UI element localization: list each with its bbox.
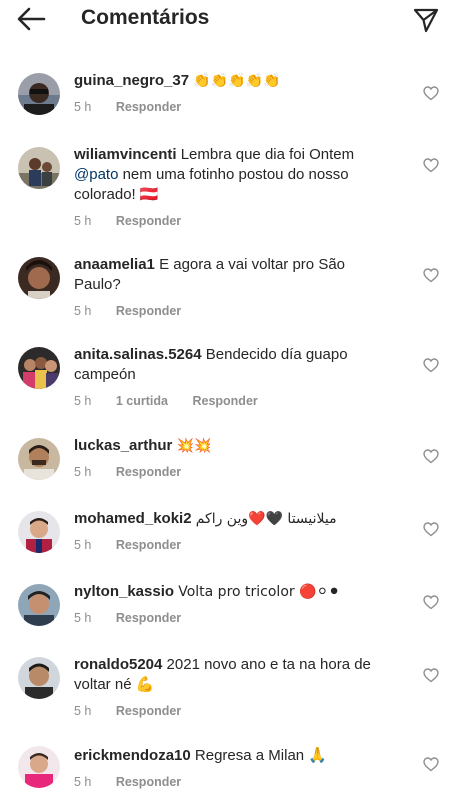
comment-username[interactable]: nylton_kassio xyxy=(74,583,174,600)
like-heart-icon[interactable] xyxy=(423,449,439,464)
comment-time: 5 h xyxy=(74,394,92,408)
avatar[interactable] xyxy=(18,746,60,788)
comment-text: erickmendoza10 Regresa a Milan 🙏 xyxy=(74,746,384,766)
comment-body: anita.salinas.5264 Bendecido día guapo c… xyxy=(74,345,384,410)
comment-message: Lembra que dia foi Ontem xyxy=(180,146,355,163)
comment-body: ronaldo5204 2021 novo ano e ta na hora d… xyxy=(74,655,384,720)
avatar[interactable] xyxy=(18,347,60,389)
avatar[interactable] xyxy=(18,147,60,189)
comment-username[interactable]: luckas_arthur xyxy=(74,437,172,454)
comment-message: 👏👏👏👏👏 xyxy=(193,73,281,89)
reply-button[interactable]: Responder xyxy=(116,702,181,720)
comment-body: luckas_arthur 💥💥 5 h Responder xyxy=(74,436,384,481)
reply-button[interactable]: Responder xyxy=(116,302,181,320)
comment-text: ronaldo5204 2021 novo ano e ta na hora d… xyxy=(74,655,384,695)
likes-count[interactable]: 1 curtida xyxy=(116,392,168,410)
comment-meta: 5 h Responder xyxy=(74,302,384,320)
comment-time: 5 h xyxy=(74,775,92,789)
comment-message: Volta pro tricolor 🔴⚪⚫ xyxy=(178,584,340,600)
like-heart-icon[interactable] xyxy=(423,522,439,537)
comment-text: luckas_arthur 💥💥 xyxy=(74,436,384,456)
comment-text: anita.salinas.5264 Bendecido día guapo c… xyxy=(74,345,384,385)
reply-button[interactable]: Responder xyxy=(116,463,181,481)
comment-username[interactable]: anaamelia1 xyxy=(74,256,155,273)
comment-text: nylton_kassio Volta pro tricolor 🔴⚪⚫ xyxy=(74,582,384,602)
comment-username[interactable]: anita.salinas.5264 xyxy=(74,346,202,363)
comment-username[interactable]: erickmendoza10 xyxy=(74,747,191,764)
comment-text: anaamelia1 E agora a vai voltar pro São … xyxy=(74,255,384,295)
comment-time: 5 h xyxy=(74,538,92,552)
like-heart-icon[interactable] xyxy=(423,268,439,283)
like-heart-icon[interactable] xyxy=(423,158,439,173)
avatar[interactable] xyxy=(18,438,60,480)
comment-meta: 5 h Responder xyxy=(74,463,384,481)
reply-button[interactable]: Responder xyxy=(192,392,257,410)
comment-text: mohamed_koki2 ميلانيستا 🖤❤️وين راكم xyxy=(74,509,384,529)
reply-button[interactable]: Responder xyxy=(116,536,181,554)
comment-message: 💥💥 xyxy=(176,438,212,454)
back-arrow-icon[interactable] xyxy=(16,6,46,32)
comment-body: nylton_kassio Volta pro tricolor 🔴⚪⚫ 5 h… xyxy=(74,582,384,627)
avatar[interactable] xyxy=(18,511,60,553)
comment-time: 5 h xyxy=(74,611,92,625)
comment-meta: 5 h Responder xyxy=(74,536,384,554)
like-heart-icon[interactable] xyxy=(423,757,439,772)
comment-time: 5 h xyxy=(74,214,92,228)
reply-button[interactable]: Responder xyxy=(116,212,181,230)
comment-body: guina_negro_37 👏👏👏👏👏 5 h Responder xyxy=(74,71,384,116)
avatar[interactable] xyxy=(18,657,60,699)
comment-username[interactable]: guina_negro_37 xyxy=(74,72,189,89)
comment-text: wiliamvincenti Lembra que dia foi Ontem … xyxy=(74,145,384,205)
comment-time: 5 h xyxy=(74,465,92,479)
comment-message: Regresa a Milan 🙏 xyxy=(194,747,327,764)
comment-message: ميلانيستا 🖤❤️وين راكم xyxy=(195,511,337,527)
reply-button[interactable]: Responder xyxy=(116,773,181,791)
comment-body: erickmendoza10 Regresa a Milan 🙏 5 h Res… xyxy=(74,746,384,791)
comment-username[interactable]: wiliamvincenti xyxy=(74,146,177,163)
comment-body: wiliamvincenti Lembra que dia foi Ontem … xyxy=(74,145,384,230)
comment-time: 5 h xyxy=(74,304,92,318)
comment-body: mohamed_koki2 ميلانيستا 🖤❤️وين راكم 5 h … xyxy=(74,509,384,554)
avatar[interactable] xyxy=(18,73,60,115)
comment-text: guina_negro_37 👏👏👏👏👏 xyxy=(74,71,384,91)
comment-time: 5 h xyxy=(74,100,92,114)
comment-username[interactable]: mohamed_koki2 xyxy=(74,510,192,527)
comment-body: anaamelia1 E agora a vai voltar pro São … xyxy=(74,255,384,320)
reply-button[interactable]: Responder xyxy=(116,609,181,627)
comment-meta: 5 h Responder xyxy=(74,773,384,791)
comment-meta: 5 h 1 curtida Responder xyxy=(74,392,384,410)
avatar[interactable] xyxy=(18,257,60,299)
like-heart-icon[interactable] xyxy=(423,358,439,373)
send-icon[interactable] xyxy=(412,6,440,34)
comment-meta: 5 h Responder xyxy=(74,609,384,627)
mention-link[interactable]: @pato xyxy=(74,166,118,183)
avatar[interactable] xyxy=(18,584,60,626)
comment-meta: 5 h Responder xyxy=(74,98,384,116)
comment-time: 5 h xyxy=(74,704,92,718)
like-heart-icon[interactable] xyxy=(423,595,439,610)
header-bar: Comentários xyxy=(0,0,463,40)
like-heart-icon[interactable] xyxy=(423,668,439,683)
page-title: Comentários xyxy=(81,6,210,29)
like-heart-icon[interactable] xyxy=(423,86,439,101)
comment-meta: 5 h Responder xyxy=(74,212,384,230)
comment-meta: 5 h Responder xyxy=(74,702,384,720)
comment-username[interactable]: ronaldo5204 xyxy=(74,656,162,673)
reply-button[interactable]: Responder xyxy=(116,98,181,116)
